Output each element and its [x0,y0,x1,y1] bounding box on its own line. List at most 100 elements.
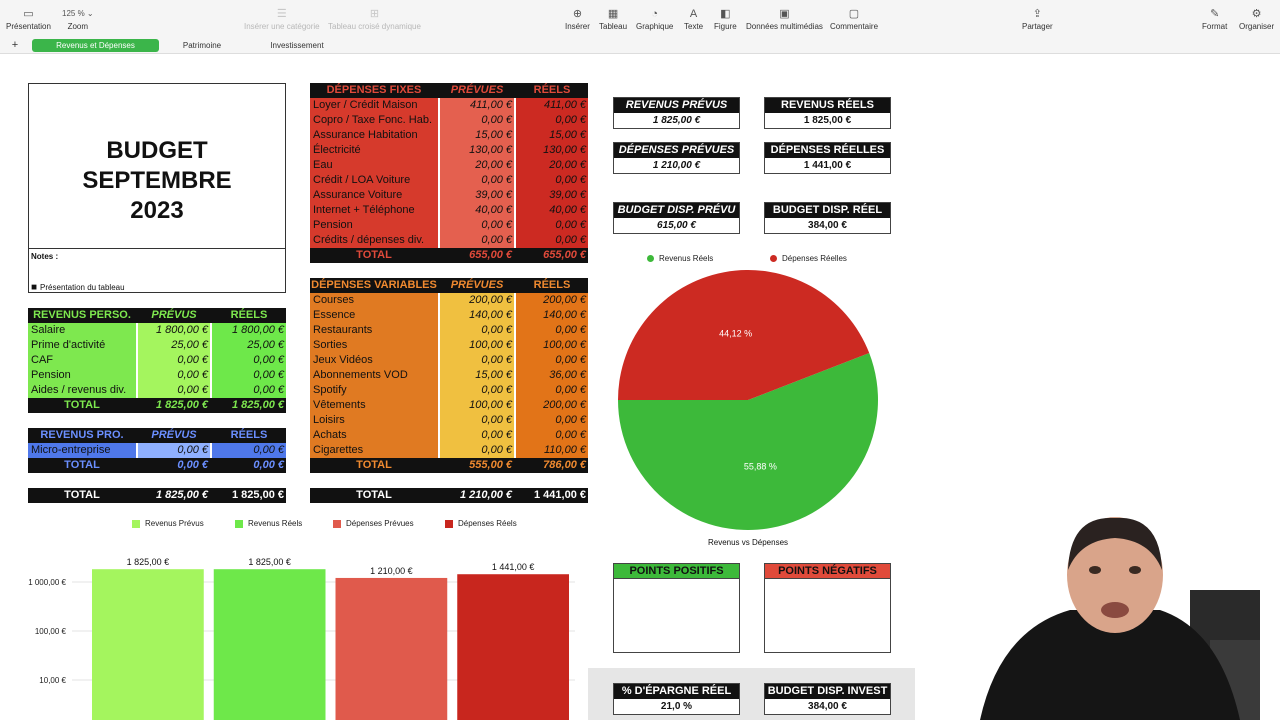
row-reels[interactable]: 40,00 € [516,203,588,218]
share-button[interactable]: ⇪ Partager [1022,6,1053,31]
row-prevus[interactable]: 140,00 € [440,308,514,323]
row-reels[interactable]: 0,00 € [516,173,588,188]
row-reels[interactable]: 110,00 € [516,443,588,458]
row-reels[interactable]: 0,00 € [516,233,588,248]
row-prevus[interactable]: 0,00 € [440,323,514,338]
table-row[interactable]: Assurance Habitation 15,00 €15,00 € [310,128,588,143]
row-label[interactable]: Pension [28,368,136,383]
row-reels[interactable]: 411,00 € [516,98,588,113]
row-prevus[interactable]: 15,00 € [440,368,514,383]
media-button[interactable]: ▣ Données multimédias [746,6,823,31]
row-reels[interactable]: 20,00 € [516,158,588,173]
presentation-button[interactable]: ▭ Présentation [6,6,51,31]
row-prevus[interactable]: 1 800,00 € [138,323,210,338]
row-label[interactable]: Courses [310,293,438,308]
text-button[interactable]: A Texte [684,6,703,31]
table-row[interactable]: Prime d'activité 25,00 €25,00 € [28,338,286,353]
row-label[interactable]: Salaire [28,323,136,338]
row-reels[interactable]: 36,00 € [516,368,588,383]
row-prevus[interactable]: 0,00 € [440,113,514,128]
table-row[interactable]: Restaurants 0,00 €0,00 € [310,323,588,338]
table-row[interactable]: Crédits / dépenses div. 0,00 €0,00 € [310,233,588,248]
tab-patrimoine[interactable]: Patrimoine [160,39,244,52]
points-negatifs-box[interactable]: POINTS NÉGATIFS [764,563,891,653]
zoom-control[interactable]: 125 % ⌄ Zoom [62,6,94,31]
row-reels[interactable]: 0,00 € [516,218,588,233]
row-reels[interactable]: 1 800,00 € [212,323,286,338]
row-reels[interactable]: 0,00 € [516,353,588,368]
row-reels[interactable]: 140,00 € [516,308,588,323]
row-prevus[interactable]: 411,00 € [440,98,514,113]
row-reels[interactable]: 0,00 € [212,353,286,368]
add-sheet-button[interactable]: + [8,39,22,52]
row-reels[interactable]: 0,00 € [516,113,588,128]
row-reels[interactable]: 0,00 € [212,383,286,398]
table-row[interactable]: Achats 0,00 €0,00 € [310,428,588,443]
row-label[interactable]: CAF [28,353,136,368]
row-prevus[interactable]: 0,00 € [440,353,514,368]
row-label[interactable]: Crédit / LOA Voiture [310,173,438,188]
table-row[interactable]: Micro-entreprise 0,00 € 0,00 € [28,443,286,458]
row-prevus[interactable]: 0,00 € [138,383,210,398]
row-reels[interactable]: 0,00 € [212,368,286,383]
table-row[interactable]: Copro / Taxe Fonc. Hab. 0,00 €0,00 € [310,113,588,128]
pivot-table-button[interactable]: ⊞ Tableau croisé dynamique [328,6,421,31]
row-prevus[interactable]: 15,00 € [440,128,514,143]
insert-button[interactable]: ⊕ Insérer [565,6,590,31]
table-row[interactable]: Crédit / LOA Voiture 0,00 €0,00 € [310,173,588,188]
table-row[interactable]: Assurance Voiture 39,00 €39,00 € [310,188,588,203]
organize-button[interactable]: ⚙ Organiser [1239,6,1274,31]
row-label[interactable]: Pension [310,218,438,233]
row-label[interactable]: Spotify [310,383,438,398]
row-label[interactable]: Eau [310,158,438,173]
shape-button[interactable]: ◧ Figure [714,6,737,31]
row-reels[interactable]: 200,00 € [516,398,588,413]
table-row[interactable]: Pension 0,00 €0,00 € [310,218,588,233]
table-row[interactable]: Électricité 130,00 €130,00 € [310,143,588,158]
row-prevus[interactable]: 0,00 € [138,443,210,458]
row-reels[interactable]: 130,00 € [516,143,588,158]
row-label[interactable]: Assurance Voiture [310,188,438,203]
row-label[interactable]: Assurance Habitation [310,128,438,143]
format-button[interactable]: ✎ Format [1202,6,1227,31]
row-label[interactable]: Internet + Téléphone [310,203,438,218]
row-prevus[interactable]: 0,00 € [440,173,514,188]
table-row[interactable]: Abonnements VOD 15,00 €36,00 € [310,368,588,383]
row-label[interactable]: Vêtements [310,398,438,413]
row-prevus[interactable]: 200,00 € [440,293,514,308]
row-label[interactable]: Sorties [310,338,438,353]
row-prevus[interactable]: 0,00 € [440,233,514,248]
row-label[interactable]: Crédits / dépenses div. [310,233,438,248]
table-row[interactable]: Cigarettes 0,00 €110,00 € [310,443,588,458]
table-row[interactable]: Courses 200,00 €200,00 € [310,293,588,308]
row-label[interactable]: Loyer / Crédit Maison [310,98,438,113]
row-prevus[interactable]: 20,00 € [440,158,514,173]
table-row[interactable]: Spotify 0,00 €0,00 € [310,383,588,398]
row-prevus[interactable]: 0,00 € [138,353,210,368]
table-button[interactable]: ▦ Tableau [599,6,627,31]
row-prevus[interactable]: 130,00 € [440,143,514,158]
table-row[interactable]: Loyer / Crédit Maison 411,00 €411,00 € [310,98,588,113]
row-label[interactable]: Électricité [310,143,438,158]
table-row[interactable]: Jeux Vidéos 0,00 €0,00 € [310,353,588,368]
row-prevus[interactable]: 100,00 € [440,338,514,353]
row-label[interactable]: Copro / Taxe Fonc. Hab. [310,113,438,128]
row-prevus[interactable]: 100,00 € [440,398,514,413]
row-prevus[interactable]: 39,00 € [440,188,514,203]
row-prevus[interactable]: 0,00 € [440,428,514,443]
presentation-link[interactable]: ■ Présentation du tableau [31,282,125,293]
row-label[interactable]: Cigarettes [310,443,438,458]
row-label[interactable]: Micro-entreprise [28,443,136,458]
table-row[interactable]: CAF 0,00 €0,00 € [28,353,286,368]
table-row[interactable]: Internet + Téléphone 40,00 €40,00 € [310,203,588,218]
row-prevus[interactable]: 0,00 € [440,413,514,428]
row-reels[interactable]: 0,00 € [516,383,588,398]
row-prevus[interactable]: 0,00 € [440,218,514,233]
row-prevus[interactable]: 0,00 € [440,383,514,398]
table-row[interactable]: Pension 0,00 €0,00 € [28,368,286,383]
row-label[interactable]: Abonnements VOD [310,368,438,383]
row-label[interactable]: Essence [310,308,438,323]
table-row[interactable]: Loisirs 0,00 €0,00 € [310,413,588,428]
table-row[interactable]: Sorties 100,00 €100,00 € [310,338,588,353]
row-reels[interactable]: 15,00 € [516,128,588,143]
